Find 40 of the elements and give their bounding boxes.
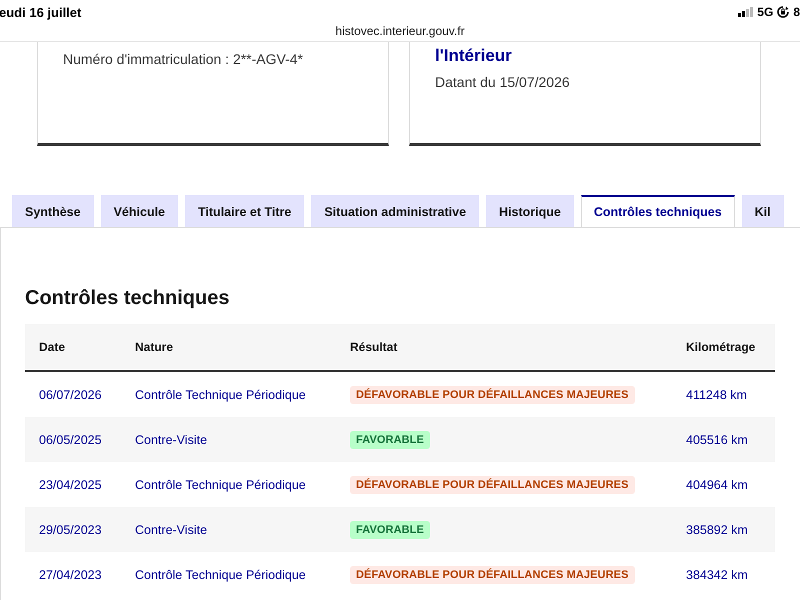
mileage-cell-text: 384342 km [686,568,749,582]
mileage-cell-text: 405516 km [686,432,749,446]
mileage-cell-text: 385892 km [686,522,749,536]
column-header: Date [39,340,66,354]
column-header: Kilométrage [686,340,756,354]
signal-icon [738,7,754,17]
column-header: Nature [135,340,174,354]
error-badge: DÉFAVORABLE POUR DÉFAILLANCES MAJEURES [350,476,635,494]
section-heading: Contrôles techniques [25,286,230,310]
nature-cell-text: Contrôle Technique Périodique [135,388,307,402]
success-badge: FAVORABLE [350,430,430,448]
mileage-cell-text: 404964 km [686,478,749,492]
battery-percent: 8 [793,5,800,19]
rotation-lock-icon [777,6,790,18]
tab[interactable]: Titulaire et Titre [185,195,304,227]
tab[interactable]: Synthèse [12,195,94,227]
tab[interactable]: Contrôles techniques [580,195,735,227]
tab[interactable]: Situation administrative [311,195,480,227]
mileage-cell-text: 411248 km [686,388,748,402]
date-cell-text: 06/07/2026 [39,388,103,402]
error-badge: DÉFAVORABLE POUR DÉFAILLANCES MAJEURES [350,566,635,584]
nature-cell-text: Contre-Visite [135,432,208,446]
card-text: Numéro d'immatriculation : 2**-AGV-4* [63,50,304,69]
card-text: Datant du 15/07/2026 [435,73,571,92]
nature-cell-text: Contre-Visite [135,522,208,536]
tab[interactable]: Kil [742,195,784,227]
date-cell-text: 23/04/2025 [39,478,103,492]
network-label: 5G [757,5,774,19]
card-title: l'Intérieur [435,46,513,66]
nature-cell-text: Contrôle Technique Périodique [135,568,307,582]
tab[interactable]: Véhicule [100,195,178,227]
success-badge: FAVORABLE [350,520,430,538]
column-header: Résultat [350,340,398,354]
date-cell-text: 06/05/2025 [39,432,103,446]
url-text[interactable]: histovec.interieur.gouv.fr [335,24,465,38]
date-cell-text: 27/04/2023 [39,568,103,582]
error-badge: DÉFAVORABLE POUR DÉFAILLANCES MAJEURES [350,386,635,404]
date-cell-text: 29/05/2023 [39,522,103,536]
tab[interactable]: Historique [486,195,574,227]
nature-cell-text: Contrôle Technique Périodique [135,478,307,492]
